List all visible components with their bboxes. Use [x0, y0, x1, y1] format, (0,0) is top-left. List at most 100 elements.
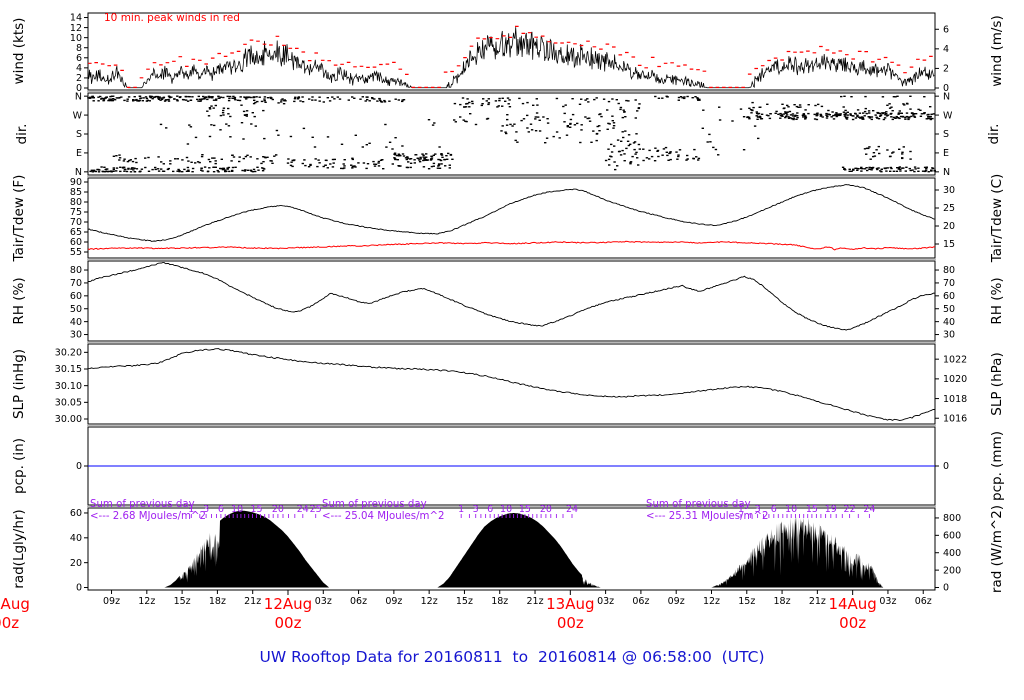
radiation-series: [164, 510, 884, 588]
sum-annotation-day3: Sum of previous day <--- 25.31 MJoules/m…: [646, 499, 768, 523]
svg-text:00z: 00z: [557, 614, 584, 632]
svg-text:21z: 21z: [526, 596, 543, 607]
svg-text:75: 75: [70, 207, 82, 218]
svg-text:25: 25: [943, 203, 955, 214]
panel-separators: [87, 91, 936, 507]
rh-series: [88, 262, 936, 331]
svg-text:14: 14: [70, 13, 82, 24]
svg-text:15: 15: [519, 504, 531, 515]
axis-title-dir-left: dir.: [14, 123, 30, 145]
svg-text:22: 22: [844, 504, 856, 515]
svg-text:30: 30: [70, 330, 82, 341]
direction-scatter: [87, 95, 936, 173]
svg-text:400: 400: [943, 548, 961, 559]
svg-text:40: 40: [70, 533, 82, 544]
axis-title-rh-left: RH (%): [11, 277, 27, 325]
svg-text:10: 10: [231, 504, 243, 515]
svg-text:06z: 06z: [915, 596, 932, 607]
svg-text:6: 6: [76, 53, 82, 64]
sum-annotation-line1: Sum of previous day: [322, 499, 427, 510]
svg-text:N: N: [943, 91, 950, 102]
svg-text:60: 60: [70, 237, 82, 248]
temperature-series: [87, 184, 936, 251]
svg-text:11Aug: 11Aug: [0, 595, 30, 613]
svg-text:09z: 09z: [103, 596, 120, 607]
svg-text:50: 50: [70, 304, 82, 315]
svg-text:0: 0: [943, 461, 949, 472]
svg-text:800: 800: [943, 513, 961, 524]
svg-text:40: 40: [70, 317, 82, 328]
svg-text:12z: 12z: [703, 596, 720, 607]
svg-text:1016: 1016: [943, 413, 967, 424]
svg-text:1022: 1022: [943, 354, 967, 365]
svg-text:60: 60: [943, 291, 955, 302]
svg-text:60: 60: [70, 508, 82, 519]
sum-annotation-day2: Sum of previous day <--- 25.04 MJoules/m…: [322, 499, 444, 523]
svg-text:09z: 09z: [668, 596, 685, 607]
axis-title-wind-right: wind (m/s): [989, 15, 1005, 87]
axis-title-temp-left: Tair/Tdew (F): [11, 174, 27, 262]
svg-text:E: E: [76, 148, 82, 159]
svg-text:600: 600: [943, 531, 961, 542]
svg-text:85: 85: [70, 187, 82, 198]
svg-text:80: 80: [70, 265, 82, 276]
svg-text:S: S: [943, 129, 949, 140]
svg-text:24: 24: [566, 504, 578, 515]
svg-text:30.00: 30.00: [55, 414, 82, 425]
svg-text:09z: 09z: [385, 596, 402, 607]
svg-text:18z: 18z: [491, 596, 508, 607]
svg-text:2: 2: [76, 73, 82, 84]
svg-text:10: 10: [785, 504, 797, 515]
svg-text:19: 19: [825, 504, 837, 515]
svg-text:20: 20: [272, 504, 284, 515]
wind-series: [87, 27, 935, 89]
svg-text:30: 30: [943, 185, 955, 196]
axis-title-pcp-right: pcp. (mm): [989, 431, 1005, 501]
sum-annotation-line1: Sum of previous day: [90, 499, 195, 510]
svg-text:70: 70: [70, 278, 82, 289]
svg-text:1018: 1018: [943, 394, 967, 405]
axis-title-temp-right: Tair/Tdew (C): [989, 173, 1005, 263]
svg-text:N: N: [75, 91, 82, 102]
svg-text:21z: 21z: [809, 596, 826, 607]
svg-text:3: 3: [473, 504, 479, 515]
svg-text:2: 2: [943, 64, 949, 75]
plot-title: UW Rooftop Data for 20160811 to 20160814…: [259, 648, 765, 666]
svg-text:14Aug: 14Aug: [828, 595, 876, 613]
sum-annotation-line2: <--- 2.68 MJoules/m^2: [90, 511, 206, 522]
svg-text:0: 0: [76, 583, 82, 594]
svg-text:W: W: [73, 110, 83, 121]
axis-title-wind-left: wind (kts): [11, 17, 27, 85]
svg-text:15: 15: [943, 239, 955, 250]
svg-text:10: 10: [70, 33, 82, 44]
svg-text:S: S: [76, 129, 82, 140]
svg-text:40: 40: [943, 317, 955, 328]
svg-text:15z: 15z: [738, 596, 755, 607]
svg-text:20: 20: [70, 558, 82, 569]
svg-text:20: 20: [540, 504, 552, 515]
svg-text:10: 10: [500, 504, 512, 515]
svg-text:4: 4: [943, 44, 949, 55]
svg-text:80: 80: [943, 265, 955, 276]
svg-text:6: 6: [771, 504, 777, 515]
svg-text:60: 60: [70, 291, 82, 302]
svg-text:30.05: 30.05: [55, 398, 82, 409]
chart-canvas: 024681012140246NESWNNESWN556065707580859…: [0, 12, 967, 632]
slp-series: [87, 348, 936, 421]
svg-text:4: 4: [76, 63, 82, 74]
axis-title-pcp-left: pcp. (in): [11, 438, 27, 494]
svg-text:30.10: 30.10: [55, 381, 82, 392]
svg-text:55: 55: [70, 247, 82, 258]
svg-text:15z: 15z: [174, 596, 191, 607]
svg-text:65: 65: [70, 227, 82, 238]
sum-annotation-day1: Sum of previous day <--- 2.68 MJoules/m^…: [90, 499, 206, 523]
axis-title-rad-left: rad(Lgly/hr): [11, 509, 27, 589]
svg-text:6: 6: [943, 24, 949, 35]
svg-text:12: 12: [70, 23, 82, 34]
svg-text:70: 70: [70, 217, 82, 228]
svg-text:00z: 00z: [839, 614, 866, 632]
axis-title-rh-right: RH (%): [989, 277, 1005, 325]
svg-text:0: 0: [76, 461, 82, 472]
sum-annotation-line2: <--- 25.31 MJoules/m^2: [646, 511, 769, 522]
svg-text:1020: 1020: [943, 374, 967, 385]
